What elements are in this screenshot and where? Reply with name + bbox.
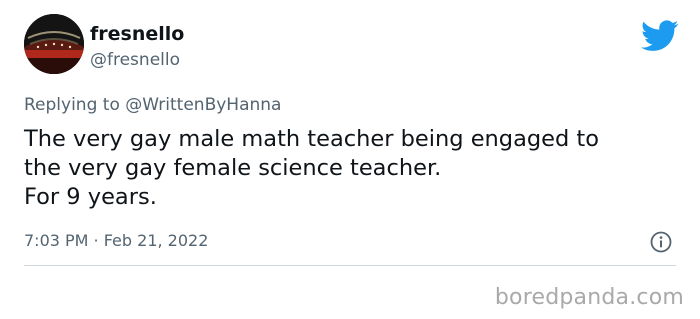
reply-mention-link[interactable]: @WrittenByHanna xyxy=(125,95,281,115)
avatar[interactable] xyxy=(24,14,84,74)
tweet-text-line: the very gay female science teacher. xyxy=(24,155,442,181)
avatar-image xyxy=(24,14,84,74)
replying-to-line: Replying to @WrittenByHanna xyxy=(24,94,281,116)
display-name[interactable]: fresnello xyxy=(90,22,184,46)
replying-to-label: Replying to xyxy=(24,95,120,115)
tweet-text-line: The very gay male math teacher being eng… xyxy=(24,126,600,152)
boredpanda-watermark: boredpanda.com xyxy=(494,285,684,310)
divider xyxy=(24,265,676,266)
info-icon[interactable] xyxy=(649,230,673,254)
tweet-text-line: For 9 years. xyxy=(24,184,157,210)
tweet-text: The very gay male math teacher being eng… xyxy=(24,125,684,212)
tweet-card: fresnello @fresnello Replying to @Writte… xyxy=(0,0,700,319)
user-handle[interactable]: @fresnello xyxy=(90,49,180,71)
twitter-bird-icon[interactable] xyxy=(641,20,679,52)
tweet-timestamp[interactable]: 7:03 PM · Feb 21, 2022 xyxy=(24,230,208,252)
